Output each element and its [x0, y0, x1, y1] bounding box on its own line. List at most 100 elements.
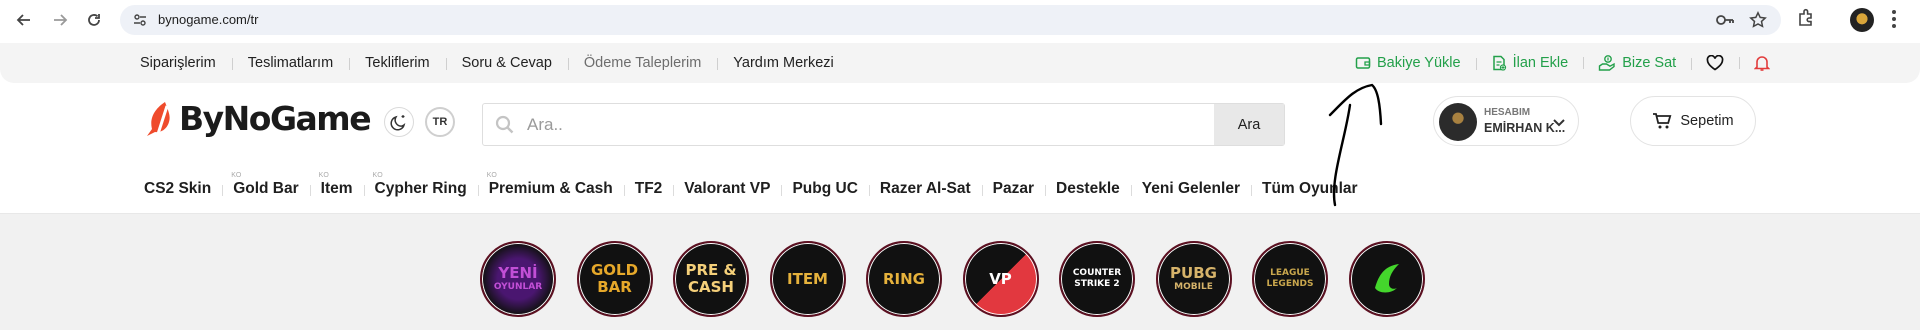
category-label: Gold Bar — [233, 180, 299, 197]
game-circle-line1: GOLD — [590, 261, 639, 279]
category-destekle[interactable]: Destekle — [1045, 180, 1131, 198]
extensions-icon[interactable] — [1796, 8, 1816, 33]
sell-to-us-button[interactable]: Bize Sat — [1583, 54, 1691, 72]
search-input[interactable] — [527, 104, 1217, 145]
category-label: TF2 — [634, 180, 663, 197]
game-circle[interactable]: GOLD BAR — [576, 241, 653, 317]
category-label: Premium & Cash — [488, 180, 613, 197]
game-circle-label: YENİ OYUNLAR — [494, 266, 542, 292]
category-premium-cash[interactable]: KO Premium & Cash — [477, 172, 624, 198]
game-circle-label — [1367, 258, 1407, 301]
category-cs2-skin[interactable]: CS2 Skin — [134, 180, 222, 198]
game-circle-line2: LEGENDS — [1266, 279, 1314, 289]
qa-link[interactable]: Soru & Cevap — [445, 55, 568, 71]
moon-sun-icon — [390, 115, 406, 131]
forward-icon[interactable] — [48, 8, 72, 32]
cart-icon — [1653, 113, 1672, 129]
load-balance-button[interactable]: Bakiye Yükle — [1340, 55, 1476, 71]
topbar-actions: Bakiye Yükle İlan Ekle Bize Sat — [1340, 43, 1785, 83]
category-razer[interactable]: Razer Al-Sat — [868, 180, 982, 198]
category-badge: KO — [231, 172, 242, 179]
hand-money-icon — [1598, 55, 1615, 71]
heart-icon — [1706, 55, 1724, 71]
game-circle-label: VP — [989, 269, 1012, 288]
address-bar[interactable]: bynogame.com/tr — [120, 5, 1781, 35]
favorites-button[interactable] — [1691, 55, 1739, 71]
game-circle[interactable]: RING — [866, 241, 942, 317]
account-label: HESABIM — [1484, 107, 1531, 118]
offers-link[interactable]: Tekliflerim — [349, 55, 445, 71]
game-circle[interactable]: YENİ OYUNLAR — [480, 241, 556, 317]
game-circle-line2: CASH — [688, 278, 734, 296]
category-label: Pazar — [992, 180, 1034, 197]
game-circle[interactable]: LEAGUE LEGENDS — [1252, 241, 1328, 317]
payment-requests-link[interactable]: Ödeme Taleplerim — [567, 55, 717, 71]
game-circle-label: PUBG MOBILE — [1170, 266, 1217, 292]
game-circle-line1: PRE & — [685, 261, 737, 279]
category-cypher-ring[interactable]: KO Cypher Ring — [363, 172, 478, 198]
category-label: Item — [320, 180, 353, 197]
category-badge: KO — [372, 172, 383, 179]
add-listing-label: İlan Ekle — [1512, 55, 1569, 71]
url-text: bynogame.com/tr — [158, 12, 259, 27]
category-valorant-vp[interactable]: Valorant VP — [673, 180, 781, 198]
bynogame-logo[interactable]: ByNoGame — [145, 99, 372, 138]
game-circle-label: LEAGUE LEGENDS — [1267, 269, 1314, 289]
theme-toggle-button[interactable] — [384, 107, 414, 137]
category-item[interactable]: KO Item — [309, 172, 364, 198]
site-info-icon[interactable] — [132, 12, 148, 33]
game-circle[interactable]: ITEM — [769, 241, 846, 317]
game-circle[interactable] — [1348, 241, 1425, 317]
password-key-icon[interactable] — [1715, 11, 1735, 34]
bookmark-star-icon[interactable] — [1749, 11, 1767, 34]
game-circle-line2: MOBILE — [1174, 282, 1213, 292]
top-utility-bar: Siparişlerim Teslimatlarım Tekliflerim S… — [0, 43, 1920, 83]
profile-avatar[interactable] — [1850, 8, 1874, 32]
search-button[interactable]: Ara — [1214, 104, 1284, 145]
chevron-down-icon — [1552, 115, 1566, 133]
search-icon — [495, 115, 515, 140]
game-circle[interactable]: VP — [962, 241, 1039, 317]
add-listing-button[interactable]: İlan Ekle — [1475, 55, 1584, 71]
wallet-icon — [1355, 57, 1371, 69]
load-balance-label: Bakiye Yükle — [1377, 55, 1461, 71]
account-links: Siparişlerim Teslimatlarım Tekliflerim S… — [126, 43, 850, 83]
language-button[interactable]: TR — [425, 107, 455, 137]
category-pazar[interactable]: Pazar — [981, 180, 1045, 198]
notifications-button[interactable] — [1739, 54, 1785, 72]
game-circle-line1: LEAGUE — [1270, 268, 1310, 278]
game-circle[interactable]: PRE & CASH — [673, 241, 749, 317]
game-circle[interactable]: COUNTER STRIKE 2 — [1059, 241, 1135, 317]
category-label: Razer Al-Sat — [879, 180, 971, 197]
razer-snake-icon — [1374, 263, 1399, 292]
category-pubg-uc[interactable]: Pubg UC — [781, 180, 868, 198]
game-circle-label: RING — [883, 271, 925, 287]
category-label: Destekle — [1056, 180, 1120, 197]
game-circle-line1: VP — [989, 269, 1012, 288]
category-tf2[interactable]: TF2 — [623, 180, 674, 198]
category-badge: KO — [486, 172, 497, 179]
browser-toolbar: bynogame.com/tr — [0, 0, 1920, 40]
game-circle-line1: PUBG — [1170, 264, 1217, 282]
reload-icon[interactable] — [82, 8, 106, 32]
more-menu-icon[interactable] — [1891, 8, 1897, 35]
cart-button[interactable]: Sepetim — [1630, 96, 1756, 146]
game-circle[interactable]: PUBG MOBILE — [1155, 241, 1232, 317]
category-label: Yeni Gelenler — [1141, 180, 1240, 197]
help-center-link[interactable]: Yardım Merkezi — [717, 55, 849, 71]
deliveries-link[interactable]: Teslimatlarım — [231, 55, 349, 71]
featured-games-strip: YENİ OYUNLAR GOLD BAR PRE & CASH ITEM RING VP COU… — [0, 213, 1920, 330]
game-circle-label: PRE & CASH — [685, 263, 736, 295]
category-label: Pubg UC — [792, 180, 858, 197]
account-menu[interactable]: HESABIM EMİRHAN K... — [1433, 96, 1579, 146]
category-new-arrivals[interactable]: Yeni Gelenler — [1130, 180, 1251, 198]
game-circle-label: ITEM — [787, 271, 828, 287]
category-label: Valorant VP — [684, 180, 771, 197]
category-gold-bar[interactable]: KO Gold Bar — [222, 172, 309, 198]
game-circle-list: YENİ OYUNLAR GOLD BAR PRE & CASH ITEM RING VP COU… — [480, 241, 1445, 317]
orders-link[interactable]: Siparişlerim — [126, 55, 232, 71]
game-circle-label: GOLD BAR — [591, 263, 638, 295]
bell-icon — [1754, 56, 1771, 71]
add-listing-icon — [1492, 55, 1506, 71]
back-icon[interactable] — [12, 8, 36, 32]
